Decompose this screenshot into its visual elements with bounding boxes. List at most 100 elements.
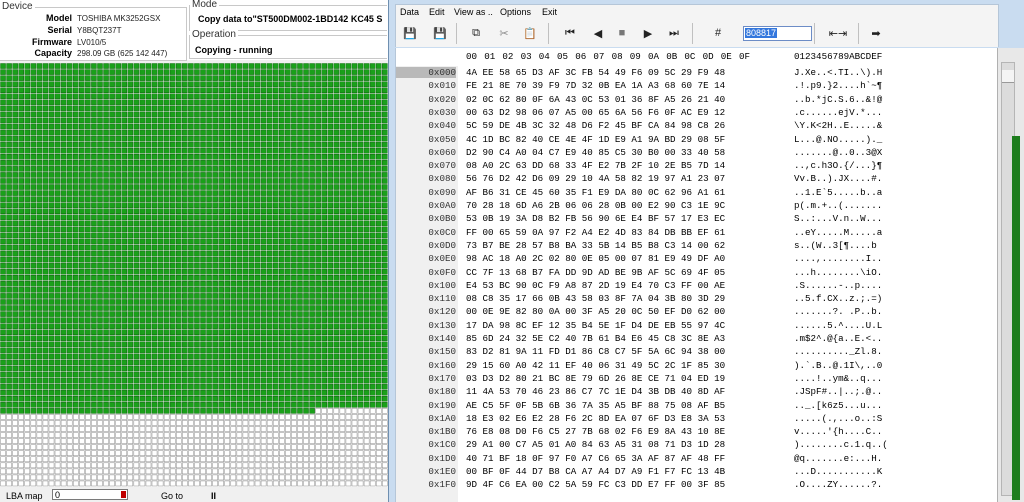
row-bytes[interactable]: 56 76 D2 42 D6 09 29 10 4A 58 82 19 97 A… <box>466 173 725 184</box>
row-ascii[interactable]: v.....'{h....C.. <box>794 426 882 437</box>
row-bytes[interactable]: FE 21 8E 70 39 F9 7D 32 0B EA 1A A3 68 6… <box>466 80 725 91</box>
hex-row[interactable]: 0x080 56 76 D2 42 D6 09 29 10 4A 58 82 19… <box>396 173 998 186</box>
row-ascii[interactable]: )........c.1.q..( <box>794 439 888 450</box>
row-bytes[interactable]: 17 DA 98 8C EF 12 35 B4 5E 1F D4 DE EB 5… <box>466 320 725 331</box>
hex-row[interactable]: 0x030 00 63 D2 98 06 07 A5 00 65 6A 56 F6… <box>396 107 998 120</box>
next-sector-icon[interactable]: ▶ <box>638 23 658 43</box>
row-ascii[interactable]: .....(.,...o..:S <box>794 413 882 424</box>
hex-row[interactable]: 0x170 03 D3 D2 80 21 BC 8E 79 6D 26 8E CE… <box>396 373 998 386</box>
row-bytes[interactable]: E4 53 BC 90 0C F9 A8 87 2D 19 E4 70 C3 F… <box>466 280 725 291</box>
row-bytes[interactable]: 53 0B 19 3A D8 B2 FB 56 90 6E E4 BF 57 1… <box>466 213 725 224</box>
row-ascii[interactable]: ..b.*jC.S.6..&!@ <box>794 94 882 105</box>
hex-row[interactable]: 0x1A0 18 E3 02 E6 E2 28 F6 2C 8D EA 07 6F… <box>396 413 998 426</box>
hex-row[interactable]: 0x140 85 6D 24 32 5E C2 40 7B 61 B4 E6 45… <box>396 333 998 346</box>
prev-sector-icon[interactable]: ◀ <box>588 23 608 43</box>
row-bytes[interactable]: 76 E8 08 D0 F6 C5 27 7B 68 02 F6 E9 8A 4… <box>466 426 725 437</box>
hex-row[interactable]: 0x040 5C 59 DE 4B 3C 32 48 D6 F2 45 BF CA… <box>396 120 998 133</box>
first-sector-icon[interactable]: ⏮ <box>560 23 580 43</box>
row-ascii[interactable]: .......@..0..3@X <box>794 147 882 158</box>
row-ascii[interactable]: ....!..ym&..q... <box>794 373 882 384</box>
row-ascii[interactable]: S..:...V.n..W... <box>794 213 882 224</box>
row-ascii[interactable]: \Y.K<2H..E.....& <box>794 120 882 131</box>
row-ascii[interactable]: .........._Zl.8. <box>794 346 882 357</box>
hex-row[interactable]: 0x020 02 0C 62 80 0F 6A 43 0C 53 01 36 8F… <box>396 94 998 107</box>
hex-row[interactable]: 0x0B0 53 0B 19 3A D8 B2 FB 56 90 6E E4 BF… <box>396 213 998 226</box>
hex-row[interactable]: 0x070 08 A0 2C 63 DD 68 33 4F E2 7B 2F 10… <box>396 160 998 173</box>
row-ascii[interactable]: ).`.B..@.1I\,..0 <box>794 360 882 371</box>
lba-input[interactable]: 0 <box>52 489 128 500</box>
row-bytes[interactable]: 70 28 18 6D A6 2B 06 06 28 0B 00 E2 90 C… <box>466 200 725 211</box>
row-ascii[interactable]: ..,c.h3O.{/...}¶ <box>794 160 882 171</box>
row-ascii[interactable]: p(.m.+..(....... <box>794 200 882 211</box>
row-bytes[interactable]: 11 4A 53 70 46 23 86 C7 7C 1E D4 3B DB 4… <box>466 386 725 397</box>
row-ascii[interactable]: .......?. .P..b. <box>794 306 882 317</box>
hex-row[interactable]: 0x160 29 15 60 A0 42 11 EF 40 06 31 49 5C… <box>396 360 998 373</box>
row-ascii[interactable]: ..5.f.CX..z.;.=) <box>794 293 882 304</box>
goto-button[interactable]: Go to <box>161 491 183 501</box>
row-bytes[interactable]: FF 00 65 59 0A 97 F2 A4 E2 4D 83 84 DB B… <box>466 227 725 238</box>
menu-options[interactable]: Options <box>500 7 531 17</box>
hex-row[interactable]: 0x190 AE C5 5F 0F 5B 6B 36 7A 35 A5 BF 88… <box>396 400 998 413</box>
row-bytes[interactable]: 4A EE 58 65 D3 AF 3C FB 54 49 F6 09 5C 2… <box>466 67 725 78</box>
stop-icon[interactable]: ■ <box>612 23 632 43</box>
row-ascii[interactable]: Vv.B..).JX....#. <box>794 173 882 184</box>
last-sector-icon[interactable]: ⏭ <box>664 23 684 43</box>
row-ascii[interactable]: ....,........I.. <box>794 253 882 264</box>
row-ascii[interactable]: @q.......e:...H. <box>794 453 882 464</box>
row-bytes[interactable]: 00 BF 0F 44 D7 B8 CA A7 A4 D7 A9 F1 F7 F… <box>466 466 725 477</box>
exit-icon[interactable]: ➡ <box>866 23 886 43</box>
row-bytes[interactable]: 08 A0 2C 63 DD 68 33 4F E2 7B 2F 10 2E B… <box>466 160 725 171</box>
row-ascii[interactable]: J.Xe..<.TI..\).H <box>794 67 882 78</box>
row-bytes[interactable]: 4C 1D BC 82 40 CE 4E 4F 1D E9 A1 9A BD 2… <box>466 134 725 145</box>
row-ascii[interactable]: ..1.E`5.....b..a <box>794 187 882 198</box>
row-bytes[interactable]: 18 E3 02 E6 E2 28 F6 2C 8D EA 07 6F D3 E… <box>466 413 725 424</box>
hex-row[interactable]: 0x0E0 98 AC 18 A0 2C 02 80 0E 05 00 07 81… <box>396 253 998 266</box>
row-bytes[interactable]: 03 D3 D2 80 21 BC 8E 79 6D 26 8E CE 71 0… <box>466 373 725 384</box>
row-ascii[interactable]: .._.[k6z5...u... <box>794 400 882 411</box>
hex-row[interactable]: 0x180 11 4A 53 70 46 23 86 C7 7C 1E D4 3B… <box>396 386 998 399</box>
offset-input[interactable]: 808817 <box>743 26 812 41</box>
row-bytes[interactable]: CC 7F 13 68 B7 FA DD 9D AD BE 9B AF 5C 6… <box>466 267 725 278</box>
hex-row[interactable]: 0x1E0 00 BF 0F 44 D7 B8 CA A7 A4 D7 A9 F1… <box>396 466 998 479</box>
row-bytes[interactable]: 5C 59 DE 4B 3C 32 48 D6 F2 45 BF CA 84 9… <box>466 120 725 131</box>
row-ascii[interactable]: .c......ejV.*... <box>794 107 882 118</box>
row-bytes[interactable]: 02 0C 62 80 0F 6A 43 0C 53 01 36 8F A5 2… <box>466 94 725 105</box>
hex-row[interactable]: 0x120 00 0E 9E 82 80 0A 00 3F A5 20 0C 50… <box>396 306 998 319</box>
row-bytes[interactable]: 73 B7 BE 28 57 B8 BA 33 5B 14 B5 B8 C3 1… <box>466 240 725 251</box>
row-bytes[interactable]: 00 63 D2 98 06 07 A5 00 65 6A 56 F6 0F A… <box>466 107 725 118</box>
lba-map[interactable] <box>0 63 388 487</box>
hex-row[interactable]: 0x0F0 CC 7F 13 68 B7 FA DD 9D AD BE 9B AF… <box>396 267 998 280</box>
hex-row[interactable]: 0x150 83 D2 81 9A 11 FD D1 86 C8 C7 5F 5A… <box>396 346 998 359</box>
row-ascii[interactable]: ...D...........K <box>794 466 882 477</box>
row-ascii[interactable]: s..(W..3[¶....b <box>794 240 877 251</box>
copy-icon[interactable]: ⧉ <box>466 23 486 43</box>
hex-row[interactable]: 0x1B0 76 E8 08 D0 F6 C5 27 7B 68 02 F6 E9… <box>396 426 998 439</box>
row-ascii[interactable]: ......5.^....U.L <box>794 320 882 331</box>
goto-offset-icon[interactable]: # <box>708 23 728 43</box>
row-bytes[interactable]: AF B6 31 CE 45 60 35 F1 E9 DA 80 0C 62 9… <box>466 187 725 198</box>
row-bytes[interactable]: D2 90 C4 A0 04 C7 E9 40 85 C5 30 B0 00 3… <box>466 147 725 158</box>
save-as-icon[interactable]: 💾 <box>430 23 450 43</box>
row-ascii[interactable]: L...@.NO.....)._ <box>794 134 882 145</box>
row-ascii[interactable]: ..eY.....M.....a <box>794 227 882 238</box>
row-bytes[interactable]: AE C5 5F 0F 5B 6B 36 7A 35 A5 BF 88 75 0… <box>466 400 725 411</box>
row-bytes[interactable]: 98 AC 18 A0 2C 02 80 0E 05 00 07 81 E9 4… <box>466 253 725 264</box>
row-ascii[interactable]: .S......-..p.... <box>794 280 882 291</box>
hex-row[interactable]: 0x1F0 9D 4F C6 EA 00 C2 5A 59 FC C3 DD E7… <box>396 479 998 492</box>
split-icon[interactable]: ⇤⇥ <box>828 23 848 43</box>
hex-row[interactable]: 0x0D0 73 B7 BE 28 57 B8 BA 33 5B 14 B5 B8… <box>396 240 998 253</box>
hex-row[interactable]: 0x1D0 40 71 BF 18 0F 97 F0 A7 C6 65 3A AF… <box>396 453 998 466</box>
row-ascii[interactable]: .m$2^.@{a..E.<.. <box>794 333 882 344</box>
paste-icon[interactable]: 📋 <box>520 23 540 43</box>
hex-row[interactable]: 0x060 D2 90 C4 A0 04 C7 E9 40 85 C5 30 B0… <box>396 147 998 160</box>
menu-edit[interactable]: Edit <box>429 7 445 17</box>
row-ascii[interactable]: ...h........\iO. <box>794 267 882 278</box>
menu-view-as[interactable]: View as .. <box>454 7 493 17</box>
cut-icon[interactable]: ✂ <box>494 23 514 43</box>
row-bytes[interactable]: 08 C8 35 17 66 0B 43 58 03 8F 7A 04 3B 8… <box>466 293 725 304</box>
pause-button[interactable]: II <box>211 491 216 501</box>
hex-view[interactable]: 00 01 02 03 04 05 06 07 08 09 0A 0B 0C 0D 0E 0F 01234567… <box>395 48 998 502</box>
row-bytes[interactable]: 29 A1 00 C7 A5 01 A0 84 63 A5 31 08 71 D… <box>466 439 725 450</box>
hex-row[interactable]: 0x0C0 FF 00 65 59 0A 97 F2 A4 E2 4D 83 84… <box>396 227 998 240</box>
row-ascii[interactable]: .!.p9.}2....h`~¶ <box>794 80 882 91</box>
